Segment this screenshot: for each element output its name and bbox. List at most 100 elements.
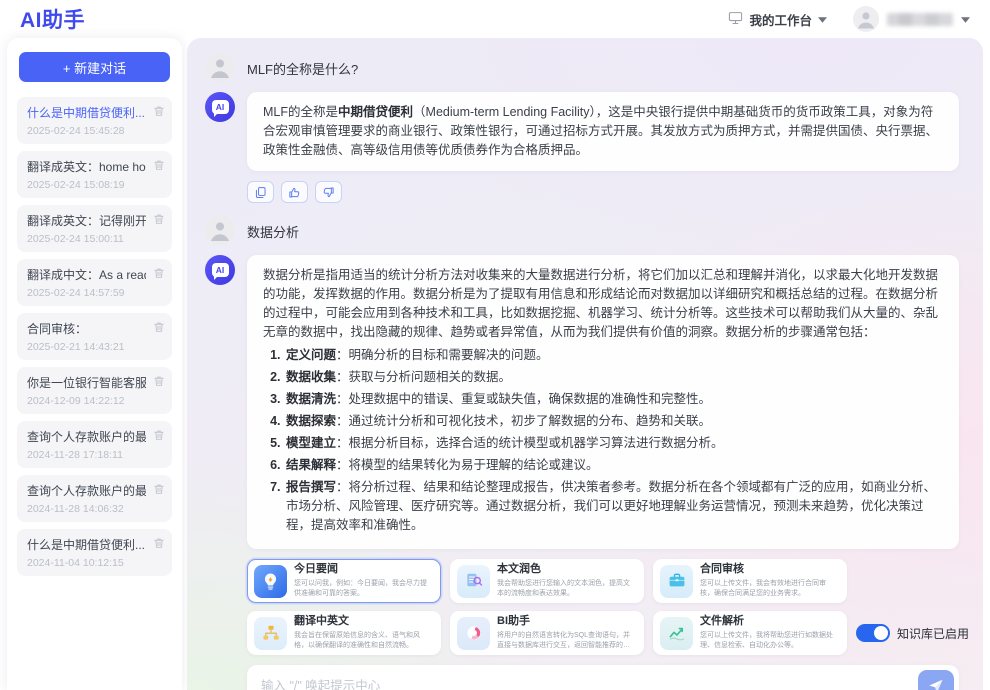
ai-message-row: AI MLF的全称是中期借贷便利（Medium-term Lending Fac…	[205, 92, 959, 171]
conversation-item[interactable]: 你是一位银行智能客服，... 2024-12-09 14:22:12	[17, 367, 172, 414]
step-desc: ：将分析过程、结果和结论整理成报告，供决策者参考。数据分析在各个领域都有广泛的应…	[286, 480, 936, 532]
step-term: 定义问题	[286, 348, 336, 362]
ai-reply-intro: 数据分析是指用适当的统计分析方法对收集来的大量数据进行分析，将它们加以汇总和理解…	[263, 268, 938, 339]
conversation-item[interactable]: 查询个人存款账户的最新... 2024-11-28 17:18:11	[17, 421, 172, 468]
thumbs-up-icon	[288, 186, 301, 199]
trash-icon[interactable]	[153, 105, 165, 117]
feature-card[interactable]: 本文润色 我会帮助您进行您输入的文本润色，提高文本的流畅度和表达效果。	[450, 559, 644, 603]
doc-polish-icon	[457, 565, 490, 598]
feature-desc: 我会帮助您进行您输入的文本润色，提高文本的流畅度和表达效果。	[497, 579, 635, 600]
copy-icon	[254, 186, 267, 199]
feature-row-1: 今日要闻 您可以问我，例如：今日要闻，我会尽力提供准确和可靠的答案。 本文润色 …	[247, 559, 959, 603]
conversation-time: 2024-12-09 14:22:12	[27, 395, 146, 407]
sidebar: AI助手 + 新建对话 什么是中期借贷便利... 2025-02-24 15:4…	[0, 0, 187, 690]
conversation-time: 2025-02-24 14:57:59	[27, 287, 146, 299]
ai-message-row: AI 数据分析是指用适当的统计分析方法对收集来的大量数据进行分析，将它们加以汇总…	[205, 255, 959, 549]
conversation-item[interactable]: 翻译成中文：As a reader... 2025-02-24 14:57:59	[17, 259, 172, 306]
conversation-time: 2024-11-28 17:18:11	[27, 449, 146, 461]
trash-icon[interactable]	[153, 375, 165, 387]
trash-icon[interactable]	[153, 483, 165, 495]
user-message-text: 数据分析	[247, 215, 299, 245]
knowledge-base-toggle-group: 知识库已启用	[856, 624, 969, 642]
step-desc: ：根据分析目标，选择合适的统计模型或机器学习算法进行数据分析。	[336, 436, 724, 450]
conversation-item[interactable]: 什么是中期借贷便利... 2025-02-24 15:45:28	[17, 97, 172, 144]
sidebar-panel: + 新建对话 什么是中期借贷便利... 2025-02-24 15:45:28 …	[7, 38, 182, 690]
feature-title: 合同审核	[700, 562, 838, 576]
ai-avatar-icon: AI	[205, 92, 235, 122]
ai-reply-card: MLF的全称是中期借贷便利（Medium-term Lending Facili…	[247, 92, 959, 171]
conversation-time: 2025-02-24 15:00:11	[27, 233, 146, 245]
user-message-row: 数据分析	[205, 215, 959, 245]
conversation-item[interactable]: 翻译成英文：记得刚开始... 2025-02-24 15:00:11	[17, 205, 172, 252]
step-desc: ：获取与分析问题相关的数据。	[336, 370, 511, 384]
translate-icon	[254, 617, 287, 650]
trash-icon[interactable]	[153, 537, 165, 549]
step-term: 数据收集	[286, 370, 336, 384]
feature-title: 本文润色	[497, 562, 635, 576]
feature-desc: 您可以上传文件，我会有效地进行合同审核，确保合同满足您的业务需求。	[700, 579, 838, 600]
analysis-step: 数据收集：获取与分析问题相关的数据。	[284, 368, 943, 387]
thumbs-down-button[interactable]	[315, 181, 342, 203]
user-name-redacted	[887, 13, 953, 26]
workspace-menu[interactable]: 我的工作台	[728, 10, 827, 29]
trash-icon[interactable]	[153, 213, 165, 225]
analysis-step: 数据探索：通过统计分析和可视化技术，初步了解数据的分布、趋势和关联。	[284, 412, 943, 431]
ai-avatar-icon: AI	[205, 255, 235, 285]
trash-icon[interactable]	[153, 267, 165, 279]
conversation-item[interactable]: 查询个人存款账户的最新... 2024-11-28 14:06:32	[17, 475, 172, 522]
analysis-step: 报告撰写：将分析过程、结果和结论整理成报告，供决策者参考。数据分析在各个领域都有…	[284, 478, 943, 535]
conversation-title: 翻译成英文：home home	[27, 158, 146, 175]
caret-down-icon	[818, 12, 827, 26]
logo-row: AI助手	[0, 0, 187, 38]
conversation-time: 2025-02-21 14:43:21	[27, 341, 146, 353]
ai-reply-bold-text: 中期借贷便利	[338, 105, 413, 119]
step-term: 结果解释	[286, 458, 336, 472]
feature-desc: 您可以问我，例如：今日要闻，我会尽力提供准确和可靠的答案。	[294, 579, 432, 600]
send-button[interactable]	[918, 670, 954, 690]
conversation-list: 什么是中期借贷便利... 2025-02-24 15:45:28 翻译成英文：h…	[7, 88, 182, 690]
feature-card[interactable]: 合同审核 您可以上传文件，我会有效地进行合同审核，确保合同满足您的业务需求。	[653, 559, 847, 603]
feature-cards: 今日要闻 您可以问我，例如：今日要闻，我会尽力提供准确和可靠的答案。 本文润色 …	[247, 559, 959, 663]
monitor-icon	[728, 11, 743, 28]
thumbs-down-icon	[322, 186, 335, 199]
trash-icon[interactable]	[153, 429, 165, 441]
user-menu[interactable]	[853, 6, 970, 32]
app-logo: AI助手	[20, 4, 85, 34]
conversation-item[interactable]: 翻译成英文：home home 2025-02-24 15:08:19	[17, 151, 172, 198]
step-desc: ：处理数据中的错误、重复或缺失值，确保数据的准确性和完整性。	[336, 392, 711, 406]
thumbs-up-button[interactable]	[281, 181, 308, 203]
conversation-item[interactable]: 合同审核： 2025-02-21 14:43:21	[17, 313, 172, 360]
conversation-time: 2025-02-24 15:08:19	[27, 179, 146, 191]
conversation-time: 2025-02-24 15:45:28	[27, 125, 146, 137]
step-term: 数据探索	[286, 414, 336, 428]
feature-card[interactable]: 文件解析 您可以上传文件，我将帮助您进行如数据处理、信息检索、自动化办公等。	[653, 611, 847, 655]
trash-icon[interactable]	[153, 159, 165, 171]
message-input[interactable]	[261, 679, 918, 690]
pie-chart-icon	[457, 617, 490, 650]
topbar: 我的工作台	[187, 0, 990, 38]
lightbulb-icon	[254, 565, 287, 598]
briefcase-icon	[660, 565, 693, 598]
new-chat-button[interactable]: + 新建对话	[19, 52, 170, 82]
analysis-step: 定义问题：明确分析的目标和需要解决的问题。	[284, 346, 943, 365]
feature-title: 文件解析	[700, 614, 838, 628]
composer	[247, 665, 959, 690]
step-desc: ：通过统计分析和可视化技术，初步了解数据的分布、趋势和关联。	[336, 414, 711, 428]
user-avatar-icon	[205, 215, 235, 245]
feature-card[interactable]: 今日要闻 您可以问我，例如：今日要闻，我会尽力提供准确和可靠的答案。	[247, 559, 441, 603]
feature-desc: 我会旨在保留原始信息的含义、语气和风格，以确保翻译的准确性和自然流畅。	[294, 631, 432, 652]
analysis-step: 模型建立：根据分析目标，选择合适的统计模型或机器学习算法进行数据分析。	[284, 434, 943, 453]
feature-desc: 您可以上传文件，我将帮助您进行如数据处理、信息检索、自动化办公等。	[700, 631, 838, 652]
knowledge-base-toggle[interactable]	[856, 624, 890, 642]
conversation-title: 翻译成中文：As a reader...	[27, 266, 146, 283]
feature-title: BI助手	[497, 614, 635, 628]
copy-button[interactable]	[247, 181, 274, 203]
step-term: 模型建立	[286, 436, 336, 450]
feature-card[interactable]: 翻译中英文 我会旨在保留原始信息的含义、语气和风格，以确保翻译的准确性和自然流畅…	[247, 611, 441, 655]
conversation-title: 查询个人存款账户的最新...	[27, 482, 146, 499]
user-message-row: MLF的全称是什么?	[205, 52, 959, 82]
conversation-item[interactable]: 什么是中期借贷便利... 2024-11-04 10:12:15	[17, 529, 172, 576]
main-area: 我的工作台 MLF的全称是什么?	[187, 0, 990, 690]
feature-card[interactable]: BI助手 将用户的自然语言转化为SQL查询语句，并直接与数据库进行交互，返回智能…	[450, 611, 644, 655]
trash-icon[interactable]	[153, 321, 165, 333]
